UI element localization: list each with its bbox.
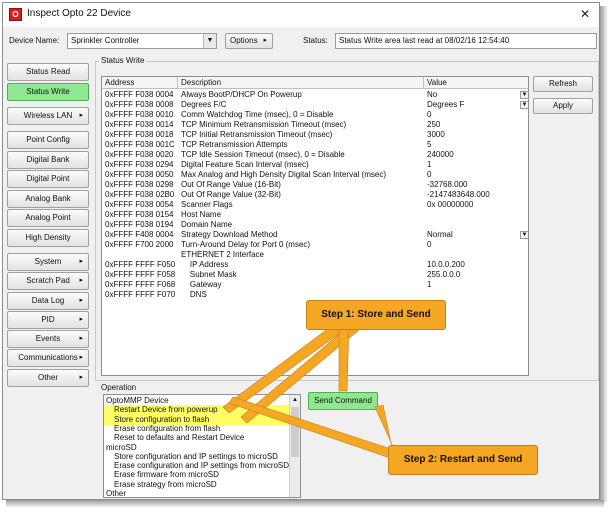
arrow-to-store-config	[222, 318, 352, 414]
callout-step-2: Step 2: Restart and Send	[388, 445, 538, 475]
window-shadow-bottom	[6, 500, 604, 508]
window-shadow-right	[600, 6, 608, 502]
callout-arrows	[222, 318, 396, 460]
callout-step-1: Step 1: Store and Send	[306, 300, 446, 330]
arrow-to-restart-device	[228, 396, 394, 460]
inspect-device-window: O Inspect Opto 22 Device ✕ Device Name: …	[2, 2, 600, 500]
